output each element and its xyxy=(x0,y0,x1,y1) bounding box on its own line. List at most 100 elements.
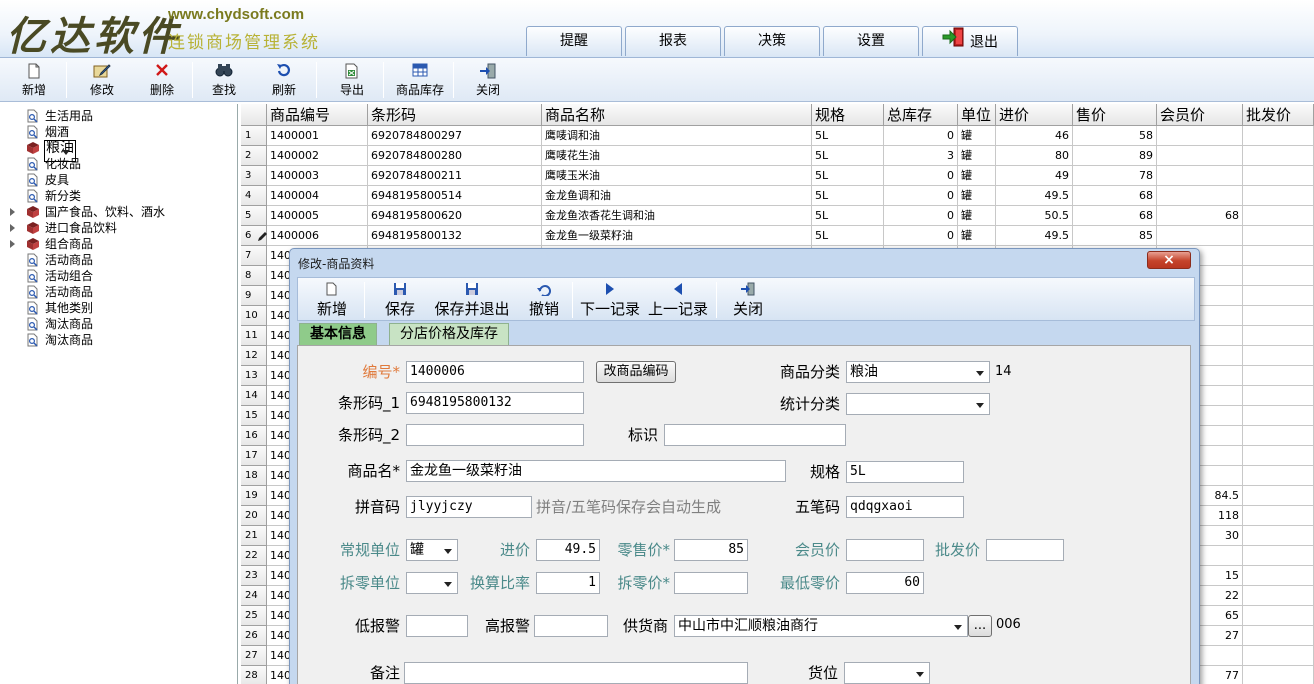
wholesale-label: 批发价 xyxy=(934,541,980,559)
retail-input[interactable]: 85 xyxy=(674,539,748,561)
dialog-save-button[interactable]: 保存 xyxy=(378,280,422,320)
column-header[interactable]: 会员价 xyxy=(1157,104,1243,126)
wholesale-input[interactable] xyxy=(986,539,1064,561)
pinyin-input[interactable]: jlyyjczy xyxy=(406,496,532,518)
column-header[interactable]: 总库存 xyxy=(884,104,958,126)
tab-basic-info[interactable]: 基本信息 xyxy=(299,323,377,345)
low-alert-input[interactable] xyxy=(406,615,468,637)
stock-button[interactable]: 商品库存 xyxy=(392,60,448,100)
cell-spec: 5L xyxy=(812,166,884,186)
tag-input[interactable] xyxy=(664,424,846,446)
dialog-next-button[interactable]: 下一记录 xyxy=(578,280,642,320)
location-label: 货位 xyxy=(807,664,838,682)
nav-tab-label: 提醒 xyxy=(560,33,588,49)
member-price-input[interactable] xyxy=(846,539,924,561)
dialog-new-button[interactable]: 新增 xyxy=(308,280,356,320)
save-disk-icon xyxy=(378,282,422,300)
spec-input[interactable]: 5L xyxy=(846,461,964,483)
nav-tab-reports[interactable]: 报表 xyxy=(625,26,721,56)
dialog-close-tool-button[interactable]: 关闭 xyxy=(728,280,768,320)
table-row[interactable]: 3 1400003 6920784800211 鹰唛玉米油 5L 0 罐 49 78 xyxy=(241,166,1314,186)
row-number: 10 xyxy=(241,306,267,326)
column-header[interactable]: 商品编号 xyxy=(267,104,368,126)
tree-item-label: 活动商品 xyxy=(45,285,94,299)
column-header[interactable]: 单位 xyxy=(958,104,996,126)
export-button[interactable]: 导出 xyxy=(330,60,374,100)
refresh-button[interactable]: 刷新 xyxy=(262,60,306,100)
cell-unit: 罐 xyxy=(958,166,996,186)
nav-tab-exit[interactable]: 退出 xyxy=(922,26,1018,56)
table-row[interactable]: 5 1400005 6948195800620 金龙鱼浓香花生调和油 5L 0 罐 50.5 6… xyxy=(241,206,1314,226)
column-header[interactable]: 规格 xyxy=(812,104,884,126)
split-price-input[interactable] xyxy=(674,572,748,594)
cell-price: 58 xyxy=(1073,126,1157,146)
row-number: 2 xyxy=(241,146,267,166)
min-price-input[interactable]: 60 xyxy=(846,572,924,594)
expand-arrow-icon[interactable] xyxy=(10,240,15,248)
dialog-title: 修改-商品资料 xyxy=(298,257,375,271)
column-header[interactable]: 批发价 xyxy=(1243,104,1314,126)
cost-input[interactable]: 49.5 xyxy=(536,539,600,561)
note-label: 备注 xyxy=(369,664,400,682)
cell-name: 鹰唛花生油 xyxy=(542,146,812,166)
column-header[interactable]: 售价 xyxy=(1073,104,1157,126)
nav-tab-reminder[interactable]: 提醒 xyxy=(526,26,622,56)
row-number: 3 xyxy=(241,166,267,186)
category-select[interactable]: 粮油 xyxy=(846,361,990,383)
nav-tab-settings[interactable]: 设置 xyxy=(823,26,919,56)
dialog-save-exit-button[interactable]: 保存并退出 xyxy=(432,280,512,320)
dialog-undo-button[interactable]: 撤销 xyxy=(524,280,564,320)
folder-book-icon xyxy=(26,221,40,235)
split-unit-select[interactable] xyxy=(406,572,458,594)
cell-unit: 罐 xyxy=(958,186,996,206)
cell-unit: 罐 xyxy=(958,226,996,246)
wubi-input[interactable]: qdqgxaoi xyxy=(846,496,964,518)
cell-wholesale xyxy=(1243,266,1314,286)
member-price-label: 会员价 xyxy=(794,541,840,559)
cell-price: 68 xyxy=(1073,186,1157,206)
supplier-lookup-button[interactable]: ... xyxy=(968,615,992,637)
table-row[interactable]: 2 1400002 6920784800280 鹰唛花生油 5L 3 罐 80 89 xyxy=(241,146,1314,166)
find-button[interactable]: 查找 xyxy=(202,60,246,100)
row-number: 11 xyxy=(241,326,267,346)
unit-select[interactable]: 罐 xyxy=(406,539,458,561)
table-row[interactable]: 1 1400001 6920784800297 鹰唛调和油 5L 0 罐 46 58 xyxy=(241,126,1314,146)
edit-button[interactable]: 修改 xyxy=(80,60,124,100)
change-code-button[interactable]: 改商品编码 xyxy=(596,361,676,383)
barcode1-input[interactable]: 6948195800132 xyxy=(406,392,584,414)
table-row[interactable]: 4 1400004 6948195800514 金龙鱼调和油 5L 0 罐 49.5 68 xyxy=(241,186,1314,206)
barcode2-input[interactable] xyxy=(406,424,584,446)
cell-price: 85 xyxy=(1073,226,1157,246)
ratio-input[interactable]: 1 xyxy=(536,572,600,594)
stat-category-select[interactable] xyxy=(846,393,990,415)
note-input[interactable] xyxy=(404,662,748,684)
column-header[interactable]: 进价 xyxy=(996,104,1073,126)
dialog-prev-button[interactable]: 上一记录 xyxy=(646,280,710,320)
new-document-icon xyxy=(14,63,54,83)
tab-branch-price-stock[interactable]: 分店价格及库存 xyxy=(389,323,509,345)
close-button[interactable]: 关闭 xyxy=(466,60,510,100)
cell-name: 金龙鱼浓香花生调和油 xyxy=(542,206,812,226)
dialog-close-button[interactable]: × xyxy=(1147,251,1191,269)
nav-tab-decision[interactable]: 决策 xyxy=(724,26,820,56)
expand-arrow-icon[interactable] xyxy=(10,224,15,232)
nav-tab-label: 决策 xyxy=(758,33,786,49)
name-input[interactable]: 金龙鱼一级菜籽油 xyxy=(406,460,786,482)
column-header[interactable]: 商品名称 xyxy=(542,104,812,126)
supplier-select[interactable]: 中山市中汇顺粮油商行 xyxy=(674,615,968,637)
cell-cost: 49.5 xyxy=(996,226,1073,246)
cell-wholesale xyxy=(1243,586,1314,606)
high-alert-input[interactable] xyxy=(534,615,608,637)
row-number: 17 xyxy=(241,446,267,466)
cell-wholesale xyxy=(1243,166,1314,186)
table-row[interactable]: 6 1400006 6948195800132 金龙鱼一级菜籽油 5L 0 罐 49.5 85 xyxy=(241,226,1314,246)
new-button[interactable]: 新增 xyxy=(14,60,54,100)
location-select[interactable] xyxy=(844,662,930,684)
delete-button[interactable]: 删除 xyxy=(140,60,184,100)
site-url[interactable]: www.chydsoft.com xyxy=(168,6,304,23)
expand-arrow-icon[interactable] xyxy=(10,208,15,216)
column-header[interactable]: 条形码 xyxy=(368,104,542,126)
cell-wholesale xyxy=(1243,146,1314,166)
code-input[interactable]: 1400006 xyxy=(406,361,584,383)
nav-tab-label: 设置 xyxy=(857,33,885,49)
